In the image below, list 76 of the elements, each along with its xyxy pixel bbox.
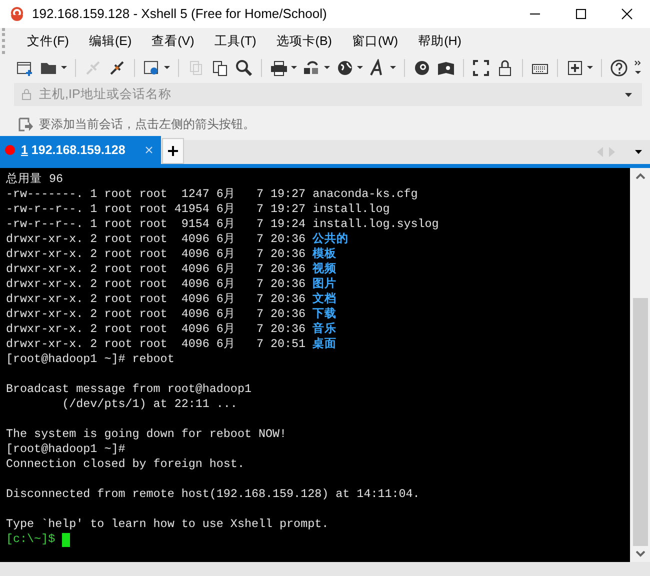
printer-icon[interactable]: [270, 58, 288, 76]
maximize-icon[interactable]: [575, 8, 587, 20]
terminal-line: Disconnected from remote host(192.168.159.128) at 14:11:04.: [6, 487, 421, 502]
prompt-text: [c:\~]$: [6, 532, 56, 547]
caret-icon[interactable]: [61, 66, 67, 70]
scroll-up-icon[interactable]: [636, 173, 644, 179]
file-info: -rw-r--r--. 1 root root 41954 6月 7 19:27: [6, 202, 307, 217]
address-field[interactable]: 主机,IP地址或会话名称: [14, 83, 642, 106]
add-window-icon[interactable]: [566, 58, 584, 76]
caret-icon[interactable]: [291, 66, 297, 70]
file-info: drwxr-xr-x. 2 root root 4096 6月 7 20:36: [6, 322, 307, 337]
fullscreen-icon[interactable]: [472, 58, 490, 76]
file-info: -rw-r--r--. 1 root root 9154 6月 7 19:24: [6, 217, 307, 232]
terminal-line: Type `help' to learn how to use Xshell prompt.: [6, 517, 330, 532]
directory-name: 视频: [312, 262, 337, 277]
lock-icon[interactable]: [496, 58, 514, 76]
terminal-panel[interactable]: [0, 168, 630, 562]
file-info: drwxr-xr-x. 2 root root 4096 6月 7 20:36: [6, 262, 307, 277]
scroll-thumb[interactable]: [632, 298, 648, 546]
help-icon[interactable]: [610, 58, 628, 76]
terminal-line: [root@hadoop1 ~]#: [6, 442, 126, 457]
terminal-line: [root@hadoop1 ~]# reboot: [6, 352, 176, 367]
file-name: install.log.syslog: [312, 217, 439, 232]
file-info: -rw-------. 1 root root 1247 6月 7 19:27: [6, 187, 307, 202]
file-info: drwxr-xr-x. 2 root root 4096 6月 7 20:36: [6, 292, 307, 307]
menu-item[interactable]: 选项卡(B): [274, 32, 334, 50]
file-info: drwxr-xr-x. 2 root root 4096 6月 7 20:36: [6, 247, 307, 262]
directory-name: 图片: [312, 277, 337, 292]
terminal-line: Connection closed by foreign host.: [6, 457, 246, 472]
directory-name: 模板: [312, 247, 337, 262]
terminal-line: (/dev/pts/1) at 22:11 ...: [61, 397, 238, 412]
address-input[interactable]: 主机,IP地址或会话名称: [39, 85, 617, 104]
cursor: [62, 532, 70, 546]
chevron-icon[interactable]: [634, 58, 642, 76]
file-info: drwxr-xr-x. 2 root root 4096 6月 7 20:36: [6, 232, 307, 247]
window-title: 192.168.159.128 - Xshell 5 (Free for Home/School): [32, 5, 327, 24]
menu-item[interactable]: 帮助(H): [416, 32, 464, 50]
file-info: drwxr-xr-x. 2 root root 4096 6月 7 20:36: [6, 277, 307, 292]
app-logo-icon: [9, 7, 25, 21]
file-info: drwxr-xr-x. 2 root root 4096 6月 7 20:51: [6, 337, 307, 352]
lock-icon: [22, 89, 31, 100]
directory-name: 公共的: [312, 232, 349, 247]
menu-item[interactable]: 编辑(E): [86, 32, 134, 50]
menu-item[interactable]: 窗口(W): [350, 32, 400, 50]
directory-name: 文档: [312, 292, 337, 307]
caret-icon[interactable]: [164, 66, 170, 70]
menu-item[interactable]: 查看(V): [150, 32, 196, 50]
search-icon[interactable]: [235, 58, 253, 76]
caret-icon[interactable]: [357, 66, 363, 70]
menu-item[interactable]: 文件(F): [25, 32, 71, 50]
caret-icon[interactable]: [625, 92, 632, 96]
directory-name: 下载: [312, 307, 337, 322]
terminal-line: Broadcast message from root@hadoop1: [6, 382, 252, 397]
hint-text: 要添加当前会话，点击左侧的箭头按钮。: [39, 116, 255, 133]
close-icon[interactable]: [621, 8, 633, 20]
paste-icon[interactable]: [211, 58, 229, 76]
directory-name: 音乐: [312, 322, 337, 337]
menu-item[interactable]: 工具(T): [212, 32, 258, 50]
copy-icon: [187, 58, 205, 76]
caret-icon[interactable]: [587, 66, 593, 70]
file-name: install.log: [312, 202, 390, 217]
session-tab[interactable]: 1 192.168.159.128: [0, 136, 162, 164]
caret-icon[interactable]: [635, 150, 642, 154]
directory-name: 桌面: [312, 337, 337, 352]
terminal-line: 总用量 96: [6, 172, 64, 187]
new-tab-button[interactable]: [162, 138, 184, 164]
plug-icon[interactable]: [108, 58, 126, 76]
plus-icon: [168, 146, 178, 156]
scroll-down-icon[interactable]: [636, 551, 644, 557]
file-name: anaconda-ks.cfg: [312, 187, 418, 202]
caret-icon[interactable]: [390, 66, 396, 70]
file-info: drwxr-xr-x. 2 root root 4096 6月 7 20:36: [6, 307, 307, 322]
plug-icon: [84, 58, 102, 76]
arrow-icon[interactable]: [18, 116, 33, 132]
caret-icon[interactable]: [324, 66, 330, 70]
terminal-line: The system is going down for reboot NOW!: [6, 427, 288, 442]
